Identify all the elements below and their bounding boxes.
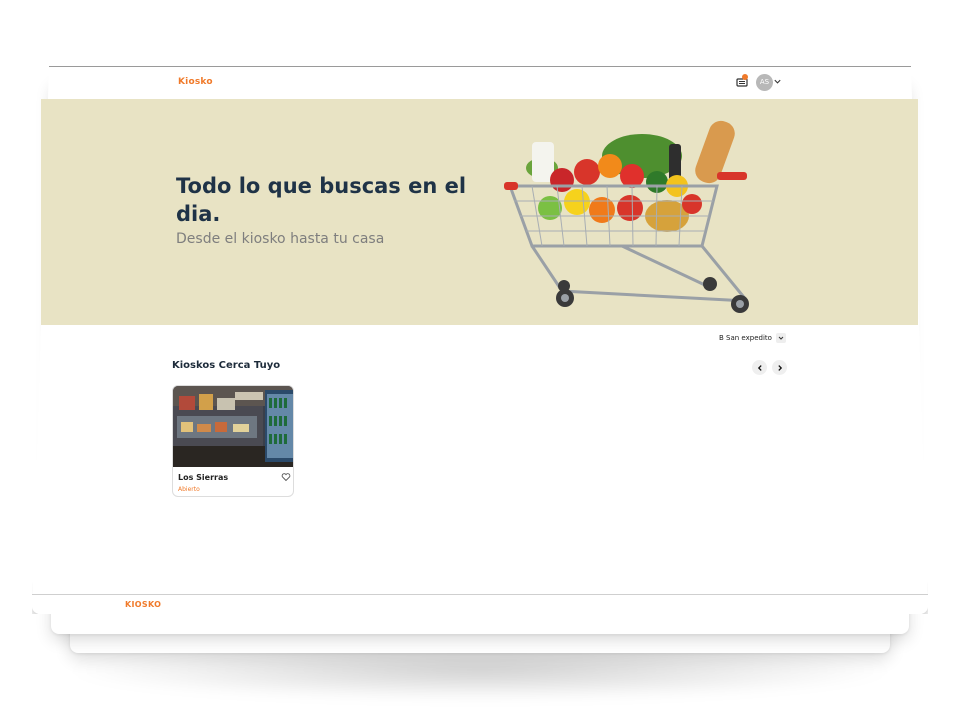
brand-logo[interactable]: Kiosko bbox=[178, 77, 213, 87]
chevron-down-icon[interactable] bbox=[773, 77, 782, 86]
store-card[interactable]: Los Sierras Abierto bbox=[172, 385, 294, 497]
notification-badge bbox=[742, 74, 748, 80]
carousel-next-button[interactable] bbox=[772, 360, 787, 375]
shopping-cart-image bbox=[504, 120, 749, 313]
hero-subtitle: Desde el kiosko hasta tu casa bbox=[176, 231, 385, 247]
footer-brand[interactable]: KIOSKO bbox=[125, 600, 161, 609]
location-label: B San expedito bbox=[719, 333, 772, 342]
chevron-left-icon bbox=[757, 364, 762, 371]
store-image bbox=[173, 386, 293, 467]
location-select[interactable]: B San expedito bbox=[719, 331, 786, 344]
hero-title: Todo lo que buscas en el dia. bbox=[176, 174, 467, 226]
main-page: Kiosko AS Todo lo que buscas en el dia. … bbox=[0, 0, 960, 720]
chevron-right-icon bbox=[777, 364, 782, 371]
chevron-down-icon bbox=[775, 332, 786, 343]
section-title: Kioskos Cerca Tuyo bbox=[172, 360, 281, 371]
avatar[interactable]: AS bbox=[756, 74, 773, 91]
carousel-prev-button[interactable] bbox=[752, 360, 767, 375]
footer bbox=[32, 594, 928, 614]
store-status: Abierto bbox=[178, 486, 200, 493]
heart-icon[interactable] bbox=[281, 472, 291, 482]
store-name: Los Sierras bbox=[178, 473, 229, 482]
